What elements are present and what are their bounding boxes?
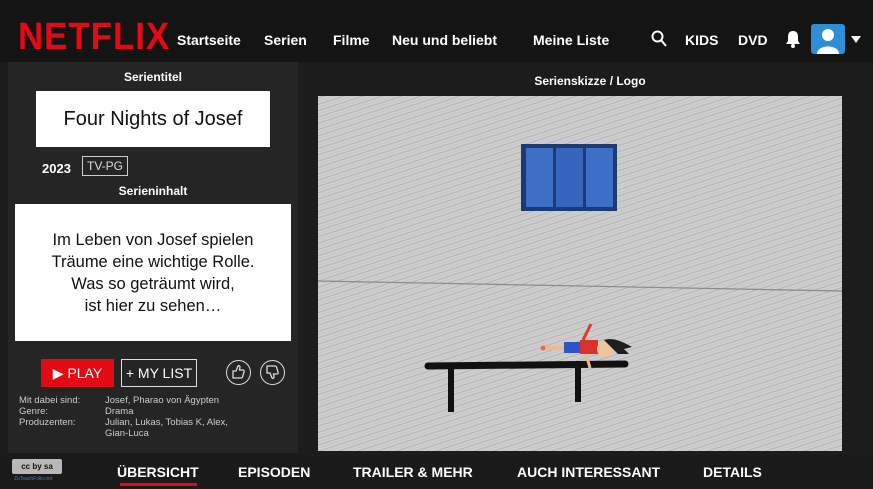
thumbs-up-icon: [232, 364, 245, 379]
tab-trailer-mehr[interactable]: TRAILER & MEHR: [353, 464, 473, 480]
synopsis-box: Im Leben von Josef spielen Träume eine w…: [15, 204, 291, 341]
play-icon: ▶: [52, 365, 68, 381]
creative-commons-badge[interactable]: cc by sa: [12, 459, 62, 474]
netflix-logo[interactable]: NETFLIX: [18, 16, 170, 59]
play-button[interactable]: ▶ PLAY: [41, 359, 114, 387]
top-navigation-bar: NETFLIX Startseite Serien Filme Neu und …: [0, 0, 873, 62]
nav-neu-und-beliebt[interactable]: Neu und beliebt: [392, 32, 497, 48]
play-label: PLAY: [67, 365, 103, 381]
genre-label: Genre:: [19, 406, 49, 417]
series-title-label: Serientitel: [123, 70, 183, 84]
producers-label: Produzenten:: [19, 417, 76, 428]
nav-filme[interactable]: Filme: [333, 32, 370, 48]
rating-badge: TV-PG: [82, 156, 129, 176]
chevron-down-icon[interactable]: [851, 36, 861, 43]
nav-meine-liste[interactable]: Meine Liste: [533, 32, 609, 48]
tab-uebersicht[interactable]: ÜBERSICHT: [117, 464, 199, 480]
series-info-panel: Serientitel Four Nights of Josef 2023 TV…: [8, 62, 298, 453]
tab-episoden[interactable]: EPISODEN: [238, 464, 310, 480]
sketch-label: Serienskizze / Logo: [534, 74, 646, 88]
producers-value-continued: Gian-Luca: [105, 428, 149, 439]
series-sketch-image: [318, 96, 842, 451]
synopsis-line: Im Leben von Josef spielen: [52, 231, 254, 249]
thumbs-up-button[interactable]: [226, 360, 251, 385]
genre-value: Drama: [105, 406, 134, 417]
tab-details[interactable]: DETAILS: [703, 464, 762, 480]
producers-value: Julian, Lukas, Tobias K, Alex,: [105, 417, 228, 428]
synopsis-line: Träume eine wichtige Rolle.: [51, 253, 255, 271]
bell-icon[interactable]: [785, 30, 801, 48]
synopsis-line: ist hier zu sehen…: [84, 297, 222, 315]
bottom-tab-bar: cc by sa ZuTeachFolio.net ÜBERSICHT EPIS…: [0, 455, 873, 489]
license-source[interactable]: ZuTeachFolio.net: [14, 476, 52, 482]
nav-startseite[interactable]: Startseite: [177, 32, 241, 48]
avatar[interactable]: [811, 24, 845, 54]
my-list-button[interactable]: + MY LIST: [121, 359, 197, 387]
nav-serien[interactable]: Serien: [264, 32, 307, 48]
tab-auch-interessant[interactable]: AUCH INTERESSANT: [517, 464, 660, 480]
active-tab-indicator: [120, 483, 197, 486]
synopsis-line: Was so geträumt wird,: [71, 275, 235, 293]
nav-kids[interactable]: KIDS: [685, 32, 718, 48]
release-year: 2023: [42, 161, 71, 176]
series-title-box: Four Nights of Josef: [36, 91, 270, 147]
thumbs-down-button[interactable]: [260, 360, 285, 385]
cast-label: Mit dabei sind:: [19, 395, 81, 406]
nav-dvd[interactable]: DVD: [738, 32, 768, 48]
series-content-label: Serieninhalt: [118, 184, 188, 198]
search-icon[interactable]: [651, 30, 667, 48]
cast-value: Josef, Pharao von Ägypten: [105, 395, 220, 406]
thumbs-down-icon: [266, 365, 279, 380]
